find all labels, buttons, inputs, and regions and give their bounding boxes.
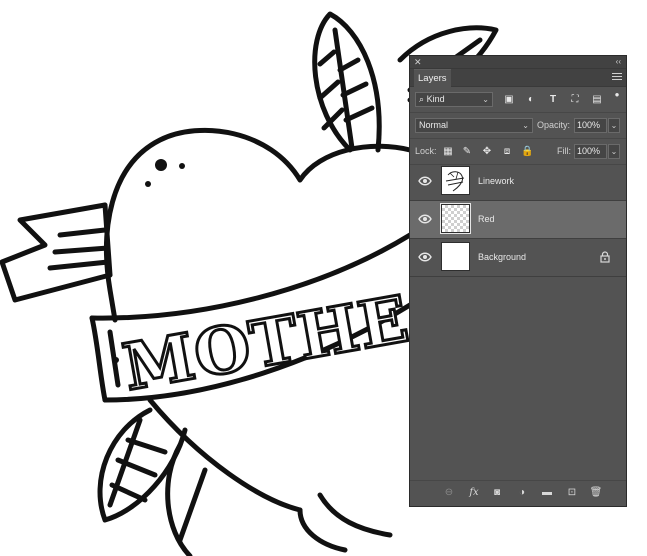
top-leaf <box>312 11 382 153</box>
lock-image-icon[interactable]: ✎ <box>461 146 473 158</box>
layer-name[interactable]: Linework <box>478 175 514 187</box>
lock-label: Lock: <box>415 146 437 156</box>
layer-list: Linework Red Background <box>410 163 626 277</box>
tab-layers[interactable]: Layers <box>414 69 451 87</box>
banner-lettering: MOTHE <box>118 282 415 406</box>
blend-mode-dropdown[interactable]: Normal ⌄ <box>415 118 533 133</box>
panel-bottom-bar: ⊖ fx ◙ ◑ ▬ ⊡ 🗑 <box>410 480 626 506</box>
trash-icon[interactable]: 🗑 <box>589 487 603 499</box>
banner-dots <box>113 357 119 363</box>
adjustment-layer-icon[interactable]: ◑ <box>515 487 529 499</box>
filter-row: ⌕ Kind ⌄ ▣ ◐ T ⛶ ▤ ● <box>410 87 626 113</box>
blend-row: Normal ⌄ Opacity: 100% ⌄ <box>410 113 626 139</box>
lock-icon[interactable] <box>600 251 610 263</box>
close-icon[interactable]: ✕ <box>414 56 422 68</box>
layer-thumbnail <box>440 203 471 234</box>
filter-kind-label: Kind <box>426 94 445 104</box>
link-layers-icon[interactable]: ⊖ <box>442 487 456 499</box>
panel-tab-row: Layers <box>410 69 626 87</box>
lock-transparent-icon[interactable]: ▦ <box>442 146 454 158</box>
new-layer-icon[interactable]: ⊡ <box>565 487 579 499</box>
panel-titlebar: ✕ ‹‹ <box>410 56 626 69</box>
fill-label: Fill: <box>557 146 571 156</box>
type-filter-icon[interactable]: T <box>547 94 559 106</box>
fill-dropdown-icon[interactable]: ⌄ <box>608 144 620 159</box>
layer-thumbnail <box>441 242 470 271</box>
eye-icon[interactable] <box>418 251 432 263</box>
layer-thumbnail <box>441 166 470 195</box>
group-folder-icon[interactable]: ▬ <box>540 487 554 499</box>
panel-menu-icon[interactable] <box>612 73 622 82</box>
layers-panel: ✕ ‹‹ Layers ⌕ Kind ⌄ ▣ ◐ T ⛶ ▤ ● Normal … <box>409 55 627 507</box>
eye-icon[interactable] <box>418 213 432 225</box>
add-mask-icon[interactable]: ◙ <box>490 487 504 499</box>
layer-row-linework[interactable]: Linework <box>410 163 626 201</box>
lock-row: Lock: ▦ ✎ ✥ ⧈ 🔒 Fill: 100% ⌄ <box>410 139 626 165</box>
chevron-down-icon: ⌄ <box>522 121 529 130</box>
search-icon: ⌕ <box>419 94 425 104</box>
collapse-icon[interactable]: ‹‹ <box>616 56 621 68</box>
filter-kind-dropdown[interactable]: ⌕ Kind ⌄ <box>415 92 493 107</box>
lock-position-icon[interactable]: ✥ <box>481 146 493 158</box>
adjustment-filter-icon[interactable]: ◐ <box>525 94 537 106</box>
layer-name[interactable]: Background <box>478 251 526 263</box>
layer-name[interactable]: Red <box>478 213 495 225</box>
layer-row-red[interactable]: Red <box>410 201 626 239</box>
fx-icon[interactable]: fx <box>467 487 481 499</box>
blend-mode-value: Normal <box>419 120 449 130</box>
shape-filter-icon[interactable]: ⛶ <box>569 94 581 106</box>
left-ribbon-tail <box>0 202 113 303</box>
smart-object-filter-icon[interactable]: ▤ <box>591 94 603 106</box>
fill-field[interactable]: 100% <box>574 144 607 159</box>
opacity-label: Opacity: <box>537 120 571 130</box>
eye-icon[interactable] <box>418 175 432 187</box>
heart-dots <box>145 159 185 187</box>
chevron-down-icon: ⌄ <box>482 95 489 104</box>
opacity-field[interactable]: 100% <box>574 118 607 133</box>
pixel-filter-icon[interactable]: ▣ <box>503 94 515 106</box>
opacity-dropdown-icon[interactable]: ⌄ <box>608 118 620 133</box>
lock-artboard-icon[interactable]: ⧈ <box>501 146 513 158</box>
filter-toggle-icon[interactable]: ● <box>611 89 623 101</box>
lock-all-icon[interactable]: 🔒 <box>521 146 533 158</box>
layer-row-background[interactable]: Background <box>410 239 626 277</box>
